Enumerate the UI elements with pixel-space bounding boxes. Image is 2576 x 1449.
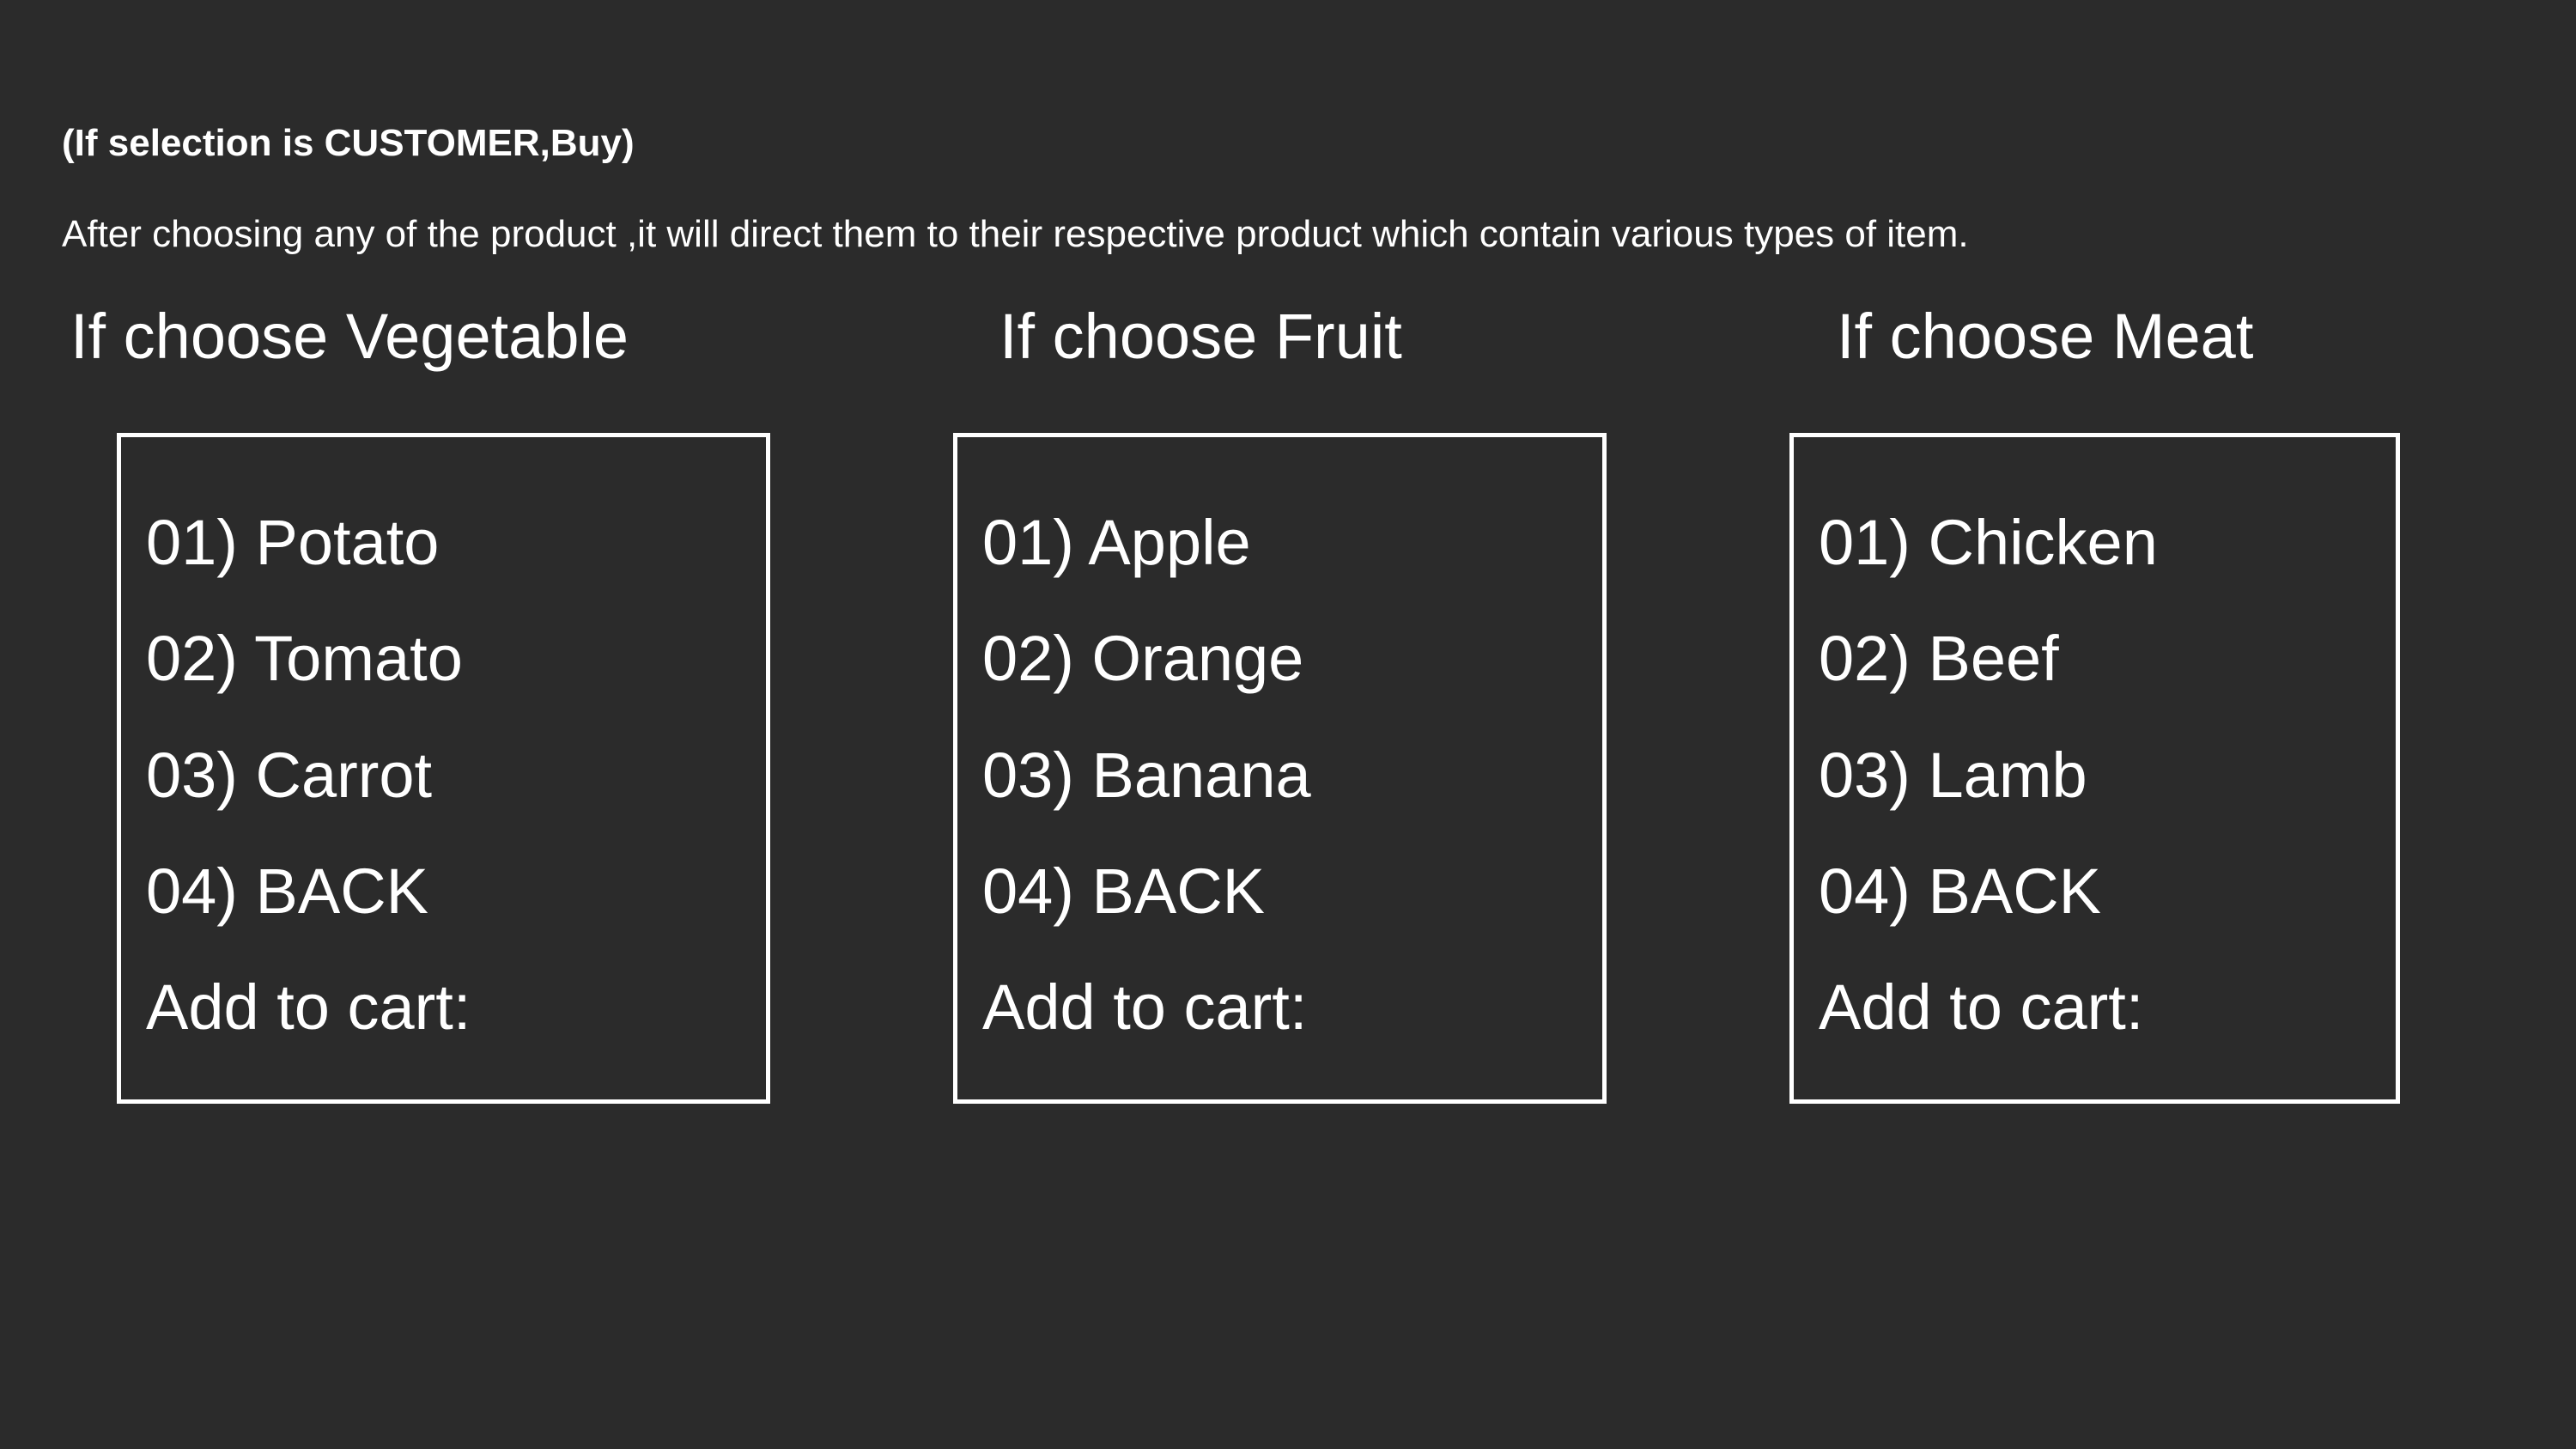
- meat-menu-box: 01) Chicken 02) Beef 03) Lamb 04) BACK A…: [1789, 433, 2400, 1104]
- vegetable-menu-box: 01) Potato 02) Tomato 03) Carrot 04) BAC…: [117, 433, 770, 1104]
- menu-item-lamb: 03) Lamb: [1819, 740, 2087, 811]
- menu-item-back: 04) BACK: [1819, 855, 2102, 927]
- column-title-meat: If choose Meat: [1837, 301, 2254, 372]
- menu-item-back: 04) BACK: [982, 855, 1266, 927]
- menu-item-chicken: 01) Chicken: [1819, 507, 2158, 578]
- column-title-fruit: If choose Fruit: [999, 301, 1402, 372]
- fruit-menu-box: 01) Apple 02) Orange 03) Banana 04) BACK…: [953, 433, 1607, 1104]
- menu-item-carrot: 03) Carrot: [146, 740, 433, 811]
- add-to-cart-prompt: Add to cart:: [982, 971, 1308, 1043]
- add-to-cart-prompt: Add to cart:: [1819, 971, 2144, 1043]
- menu-item-orange: 02) Orange: [982, 623, 1304, 694]
- menu-item-apple: 01) Apple: [982, 507, 1251, 578]
- column-title-vegetable: If choose Vegetable: [70, 301, 629, 372]
- menu-item-back: 04) BACK: [146, 855, 429, 927]
- page-description: After choosing any of the product ,it wi…: [62, 213, 1969, 255]
- menu-item-banana: 03) Banana: [982, 740, 1311, 811]
- page-heading: (If selection is CUSTOMER,Buy): [62, 122, 635, 164]
- menu-item-potato: 01) Potato: [146, 507, 440, 578]
- menu-item-beef: 02) Beef: [1819, 623, 2059, 694]
- add-to-cart-prompt: Add to cart:: [146, 971, 471, 1043]
- menu-item-tomato: 02) Tomato: [146, 623, 463, 694]
